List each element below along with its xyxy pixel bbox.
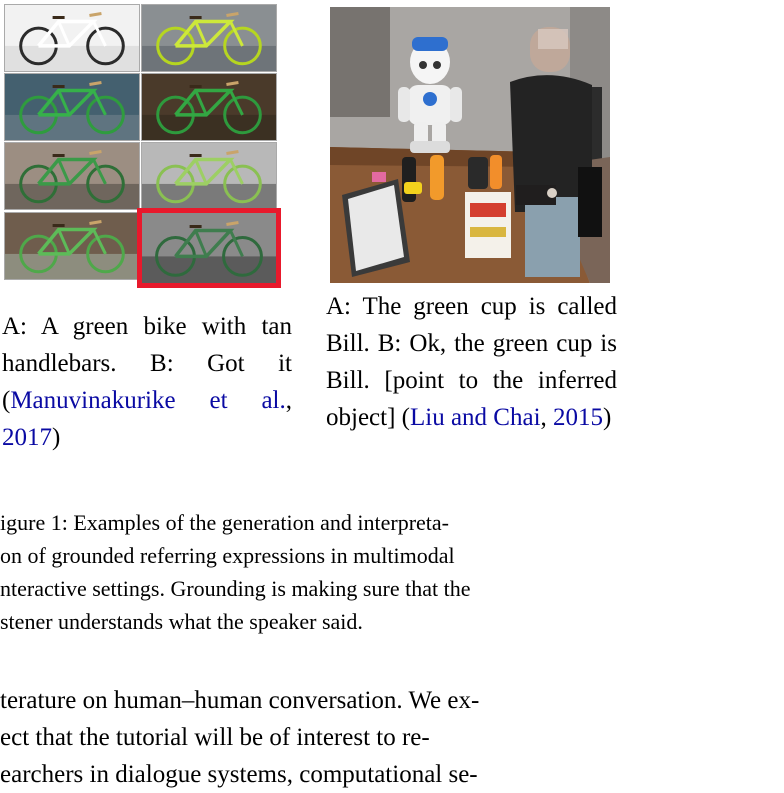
citation-close: ) — [52, 424, 61, 451]
bike-icon — [142, 5, 276, 71]
citation-author-link[interactable]: Liu and Chai — [410, 404, 541, 431]
bike-icon — [5, 74, 139, 140]
body-text-line: earchers in dialogue systems, computatio… — [0, 761, 478, 788]
bike-icon — [142, 74, 276, 140]
bike-icon — [142, 213, 276, 283]
selected-bike-image — [137, 208, 281, 288]
citation-separator: , — [285, 387, 292, 414]
robot-interaction-photo — [330, 7, 610, 283]
figure-caption-line: on of grounded referring expressions in … — [0, 543, 455, 568]
caption-right: A: The green cup is called Bill. B: Ok, … — [326, 288, 617, 436]
citation-close: ) — [603, 404, 612, 431]
body-paragraph: terature on human–human conversation. We… — [0, 682, 600, 793]
bike-image — [141, 4, 277, 72]
bike-image-grid — [0, 0, 286, 290]
figure-caption-line: igure 1: Examples of the generation and … — [0, 510, 449, 535]
bike-image — [4, 142, 140, 210]
bike-image — [4, 212, 140, 280]
bike-icon — [142, 143, 276, 209]
bike-icon — [5, 213, 139, 279]
caption-left: A: A green bike with tan handlebars. B: … — [2, 308, 292, 456]
bike-image — [4, 4, 140, 72]
figure-caption-line: nteractive settings. Grounding is making… — [0, 576, 471, 601]
bike-image — [4, 73, 140, 141]
citation-separator: , — [540, 404, 554, 431]
bike-image — [141, 142, 277, 210]
bike-icon — [5, 5, 139, 71]
citation-year-link[interactable]: 2015 — [553, 404, 603, 431]
figure-caption-line: stener understands what the speaker said… — [0, 609, 363, 634]
bike-icon — [5, 143, 139, 209]
body-text-line: terature on human–human conversation. We… — [0, 687, 480, 714]
citation-year-link[interactable]: 2017 — [2, 424, 52, 451]
citation-author-link[interactable]: Manuvinakurike et al. — [10, 387, 285, 414]
bike-image — [141, 73, 277, 141]
figure-caption: igure 1: Examples of the generation and … — [0, 506, 600, 638]
body-text-line: ect that the tutorial will be of interes… — [0, 724, 430, 751]
